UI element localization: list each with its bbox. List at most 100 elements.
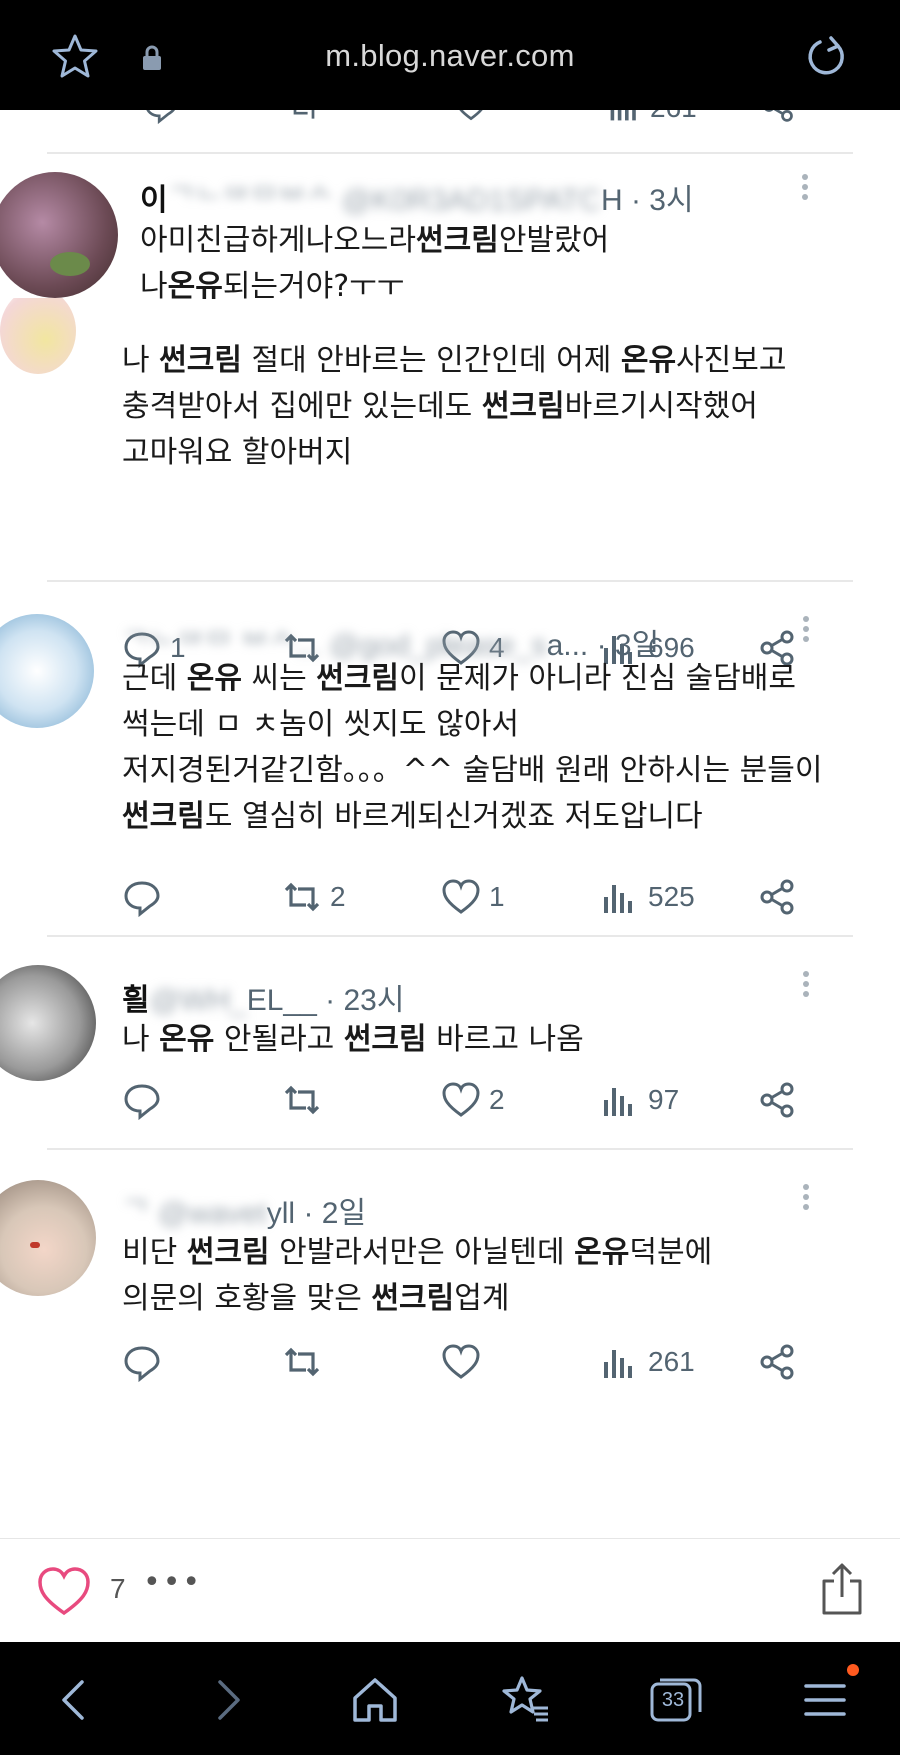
post-text-line: 나온유되는거야?ㅜㅜ [140,264,860,310]
repost-icon [284,1347,320,1377]
highlighted-keyword: 썬크림 [481,389,565,424]
more-options-icon[interactable] [796,612,816,652]
reply-icon [124,1084,160,1120]
post-text: 아미친급하게나오느라썬크림안발랐어 나온유되는거야?ㅜㅜ [140,218,860,310]
share-icon [760,879,794,915]
like-button[interactable]: 2 [441,1075,505,1125]
post-text-line: 썩는데 ㅁ ㅊ놈이 씻지도 않아서 [122,702,842,748]
repost-icon[interactable] [286,110,322,124]
text-segment: 썩는데 ㅁ ㅊ놈이 씻지도 않아서 [122,707,519,742]
avatar-clip [0,298,80,388]
post-text-line: 나 썬크림 절대 안바르는 인간인데 어제 온유사진보고 [122,338,842,384]
post-actions: 2 97 [0,1075,900,1125]
reply-icon[interactable] [143,110,179,124]
post-text: 근데 온유 씨는 썬크림이 문제가 아니라 진심 술담배로썩는데 ㅁ ㅊ놈이 씻… [122,656,842,840]
reply-button[interactable] [122,872,170,922]
share-icon[interactable] [760,110,796,124]
post-header: ᄀ @wavetyll · 2일 [122,1188,366,1232]
views-icon[interactable] [607,110,643,124]
reply-icon [124,881,160,917]
browser-bottom-nav: 33 [0,1642,900,1755]
repost-button[interactable]: 2 [282,872,346,922]
text-segment: 저지경된거같긴함。。。^^ 술담배 원래 안하시는 분들이 [122,753,823,788]
back-icon[interactable] [46,1672,102,1728]
more-options-icon[interactable] [795,170,815,210]
post-text-line: 비단 썬크림 안발라서만은 아닐텐데 온유덕분에 [122,1230,842,1276]
text-segment: 안될라고 [214,1022,344,1057]
share-icon [760,1344,794,1380]
repost-button[interactable] [282,1075,330,1125]
text-segment: 안발랐어 [498,223,610,258]
highlighted-keyword: 온유 [159,1022,215,1057]
post-time: · 3시 [630,184,694,217]
reply-icon [124,1346,160,1382]
like-count: 1 [489,881,505,912]
reply-button[interactable] [122,1075,170,1125]
avatar[interactable] [0,965,96,1081]
repost-button[interactable] [282,1337,330,1387]
more-options-icon[interactable] [796,1180,816,1220]
post-text-line: 나 온유 안될라고 썬크림 바르고 나옴 [122,1017,842,1063]
author-handle-suffix: EL__ [246,984,317,1017]
forward-icon[interactable] [200,1672,256,1728]
like-icon [442,1082,480,1117]
avatar[interactable] [0,298,76,374]
heart-icon[interactable] [36,1565,92,1617]
text-segment: 아미친급하게나오느라 [140,223,416,258]
views-button[interactable]: 261 [600,1337,695,1387]
author-name[interactable]: 이 [140,184,168,217]
avatar[interactable] [0,614,94,728]
post-text-line: 근데 온유 씨는 썬크림이 문제가 아니라 진심 술담배로 [122,656,842,702]
author-handle-blurred[interactable]: @WH_ [150,984,247,1018]
reply-button[interactable] [122,1337,170,1387]
like-icon[interactable] [453,110,489,124]
author-handle-blurred[interactable]: ᄀᄂᄃᄅᄆᄇᄉ @K0R3AD1SPATC [168,175,601,219]
like-button[interactable] [441,1337,489,1387]
highlighted-keyword: 썬크림 [159,343,242,378]
text-segment: 도 열심히 바르게되신거겠죠 저도압니다 [204,799,703,834]
avatar[interactable] [0,172,118,298]
like-button[interactable]: 1 [441,872,505,922]
like-count: 2 [489,1084,505,1115]
views-count: 525 [648,881,695,912]
share-button[interactable] [757,1337,797,1387]
post-text-line: 저지경된거같긴함。。。^^ 술담배 원래 안하시는 분들이 [122,748,842,794]
text-segment: 바르고 나옴 [426,1022,584,1057]
text-segment: 사진보고 [676,343,787,378]
post-text: 나 썬크림 절대 안바르는 인간인데 어제 온유사진보고 충격받아서 집에만 있는… [122,338,842,476]
home-icon[interactable] [347,1672,403,1728]
divider [47,152,853,154]
views-button[interactable]: 97 [600,1075,679,1125]
share-button[interactable] [757,872,797,922]
share-button[interactable] [757,1075,797,1125]
reload-icon[interactable] [800,32,850,82]
highlighted-keyword: 썬크림 [343,1022,427,1057]
blog-content: 261 이ᄀᄂᄃᄅᄆᄇᄉ @K0R3AD1SPATCH · 3시 아미친급하게나… [0,110,900,1538]
url-bar[interactable]: m.blog.naver.com [0,38,900,74]
author-name[interactable]: 흴 [122,984,150,1017]
views-button[interactable]: 525 [600,872,695,922]
more-options-icon[interactable] [796,967,816,1007]
text-segment: 이 문제가 아니라 진심 술담배로 [399,661,796,696]
menu-icon[interactable] [798,1672,854,1728]
repost-icon [284,1085,320,1115]
share-icon [760,1082,794,1118]
browser-top-bar: m.blog.naver.com [0,0,900,110]
more-options-button[interactable]: ••• [143,1565,202,1600]
text-segment: 근데 [122,661,187,696]
avatar[interactable] [0,1180,96,1296]
post-text-line: 아미친급하게나오느라썬크림안발랐어 [140,218,860,264]
post-actions: 2 1 525 [0,872,900,922]
avatar-badge [50,252,90,276]
author-handle-blurred[interactable]: ᄀ @wavet [122,1188,267,1232]
views-count: 261 [650,110,697,124]
text-segment: 안발라서만은 아닐텐데 [269,1235,575,1270]
avatar-clip [0,600,98,730]
tab-count: 33 [661,1689,685,1711]
bookmarks-icon[interactable] [498,1672,554,1728]
upload-icon[interactable] [818,1561,866,1617]
author-handle-suffix: H [600,184,623,217]
post-time: · 2일 [303,1197,367,1230]
views-count: 261 [648,1346,695,1377]
text-segment: 덕분에 [629,1235,713,1270]
